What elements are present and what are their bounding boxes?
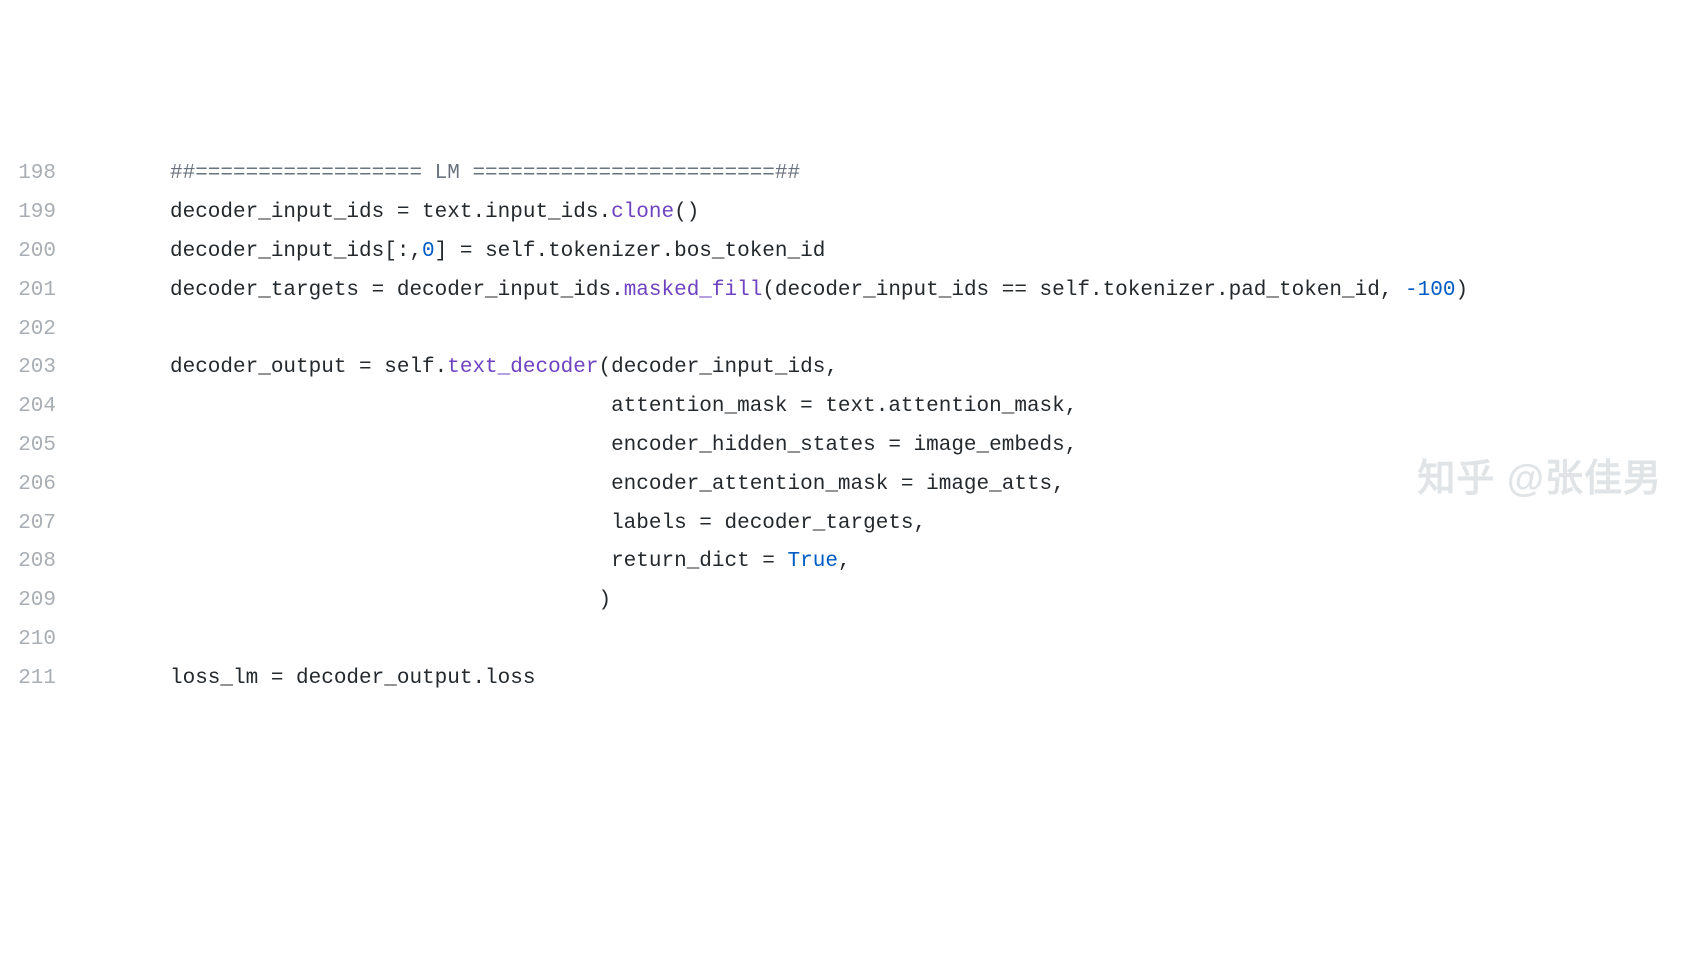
- code-content[interactable]: ##================== LM ================…: [80, 155, 1684, 698]
- code-line[interactable]: encoder_attention_mask = image_atts,: [170, 466, 1684, 505]
- code-line[interactable]: attention_mask = text.attention_mask,: [170, 388, 1684, 427]
- code-editor: 1981992002012022032042052062072082092102…: [0, 155, 1684, 698]
- line-number: 201: [10, 272, 56, 311]
- code-line[interactable]: decoder_output = self.text_decoder(decod…: [170, 349, 1684, 388]
- line-number: 198: [10, 155, 56, 194]
- line-number: 207: [10, 505, 56, 544]
- code-line[interactable]: return_dict = True,: [170, 543, 1684, 582]
- code-line[interactable]: decoder_targets = decoder_input_ids.mask…: [170, 272, 1684, 311]
- line-number: 206: [10, 466, 56, 505]
- code-line[interactable]: labels = decoder_targets,: [170, 505, 1684, 544]
- code-line[interactable]: decoder_input_ids = text.input_ids.clone…: [170, 194, 1684, 233]
- line-number: 203: [10, 349, 56, 388]
- code-line[interactable]: loss_lm = decoder_output.loss: [170, 660, 1684, 699]
- code-line[interactable]: ##================== LM ================…: [170, 155, 1684, 194]
- line-number-gutter: 1981992002012022032042052062072082092102…: [0, 155, 80, 698]
- line-number: 210: [10, 621, 56, 660]
- code-line[interactable]: encoder_hidden_states = image_embeds,: [170, 427, 1684, 466]
- line-number: 211: [10, 660, 56, 699]
- code-line[interactable]: decoder_input_ids[:,0] = self.tokenizer.…: [170, 233, 1684, 272]
- line-number: 202: [10, 311, 56, 350]
- line-number: 205: [10, 427, 56, 466]
- line-number: 204: [10, 388, 56, 427]
- line-number: 200: [10, 233, 56, 272]
- line-number: 208: [10, 543, 56, 582]
- code-line[interactable]: [170, 621, 1684, 660]
- line-number: 209: [10, 582, 56, 621]
- line-number: 199: [10, 194, 56, 233]
- code-line[interactable]: ): [170, 582, 1684, 621]
- code-line[interactable]: [170, 311, 1684, 350]
